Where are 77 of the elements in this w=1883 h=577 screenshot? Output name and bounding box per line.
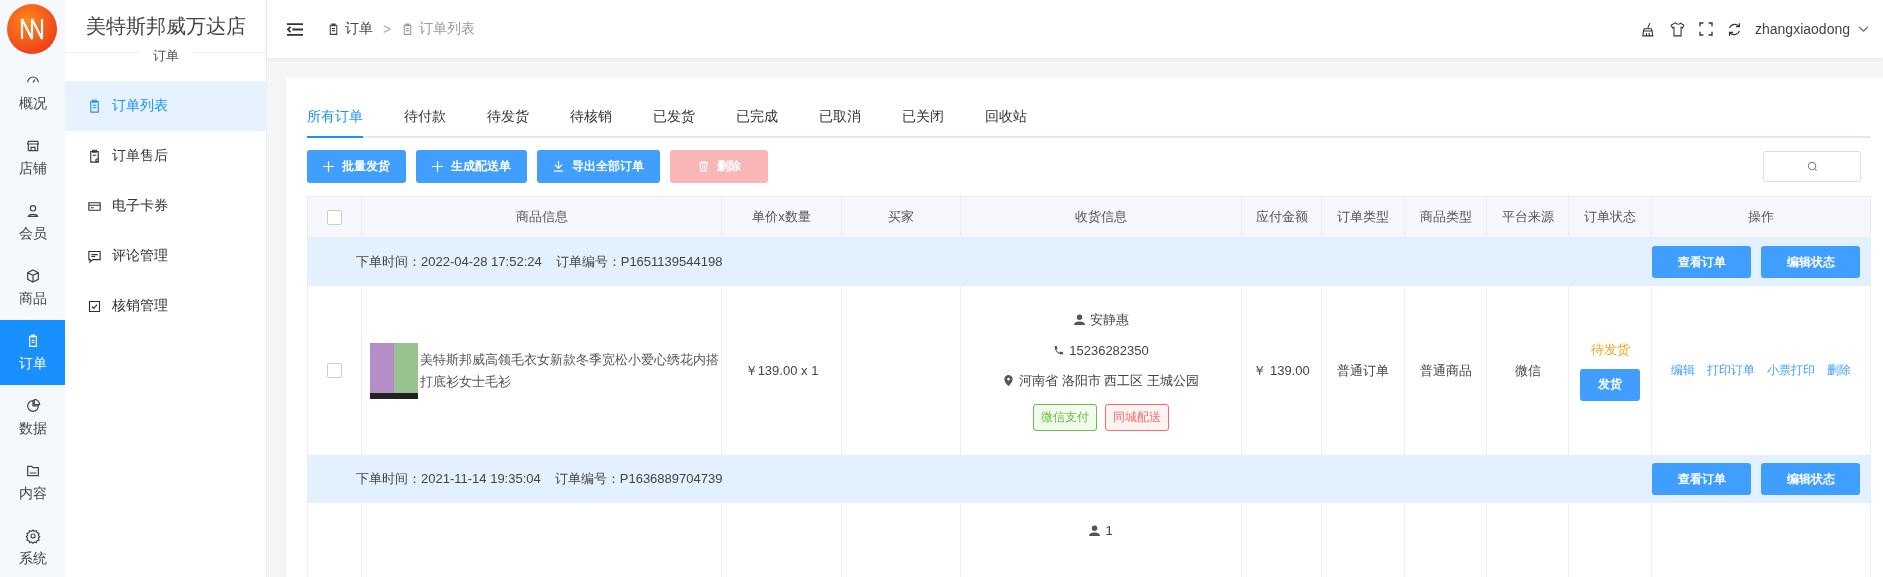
order-time: 下单时间：2021-11-14 19:35:04 xyxy=(356,470,541,488)
fullscreen-icon[interactable] xyxy=(1698,21,1714,37)
shop-name: 美特斯邦威万达店 xyxy=(85,14,246,39)
tab[interactable]: 已关闭 xyxy=(902,108,944,138)
order-number: 订单编号：P1651139544198 xyxy=(555,253,723,271)
trash-icon xyxy=(697,161,709,172)
nav-item[interactable]: 会员 xyxy=(0,190,65,255)
column-header: 商品信息 xyxy=(362,197,722,237)
column-header: 单价x数量 xyxy=(722,197,842,237)
tab[interactable]: 已完成 xyxy=(736,108,778,138)
tag: 同城配送 xyxy=(1105,403,1169,431)
submenu-item[interactable]: 核销管理 xyxy=(65,281,266,331)
receiver-name: 安静惠 xyxy=(1073,310,1129,329)
checkbox[interactable] xyxy=(327,363,342,378)
nav-item[interactable]: 数据 xyxy=(0,385,65,450)
person-icon xyxy=(1073,314,1085,325)
nav-item[interactable]: 概况 xyxy=(0,60,65,125)
submenu-item[interactable]: 评论管理 xyxy=(65,231,266,281)
amount: ￥ 139.00 xyxy=(1253,361,1310,380)
nav-item[interactable]: 商品 xyxy=(0,255,65,320)
pie-chart-icon xyxy=(24,397,41,414)
tab[interactable]: 待发货 xyxy=(487,108,529,138)
download-icon xyxy=(553,161,564,172)
gear-icon xyxy=(24,527,41,544)
column-header: 应付金额 xyxy=(1242,197,1322,237)
shirt-icon[interactable] xyxy=(1669,20,1686,38)
search-field[interactable] xyxy=(1763,151,1861,182)
order-type: 普通订单 xyxy=(1337,361,1389,380)
platform-source: 微信 xyxy=(1514,361,1541,380)
checkbox-icon xyxy=(87,298,102,314)
phone-icon xyxy=(1053,344,1065,356)
order-time: 下单时间：2022-04-28 17:52:24 xyxy=(356,253,542,271)
order-number: 订单编号：P1636889704739 xyxy=(554,470,723,488)
column-header: 买家 xyxy=(842,197,961,237)
tag: 微信支付 xyxy=(1033,403,1097,431)
location-pin-icon xyxy=(1003,375,1015,386)
tab[interactable]: 已发货 xyxy=(653,108,695,138)
checkbox[interactable] xyxy=(327,209,342,225)
column-header: 订单状态 xyxy=(1569,197,1652,237)
column-header: 商品类型 xyxy=(1405,197,1487,237)
comment-icon xyxy=(87,248,102,264)
column-header: 平台来源 xyxy=(1487,197,1569,237)
refresh-icon[interactable] xyxy=(1726,20,1743,38)
goods-type: 普通商品 xyxy=(1419,361,1472,380)
box-icon xyxy=(24,267,41,284)
menu-icon[interactable] xyxy=(287,22,303,36)
receiver-name: 1 xyxy=(1089,523,1113,538)
shop-logo xyxy=(7,4,57,54)
breadcrumb-link[interactable]: 订单 xyxy=(327,20,373,38)
user-menu[interactable]: zhangxiaodong xyxy=(1755,21,1869,37)
person-icon xyxy=(1089,525,1101,536)
order-status: 待发货 xyxy=(1590,340,1630,359)
tab[interactable]: 待核销 xyxy=(570,108,612,138)
clipboard-icon xyxy=(327,22,340,36)
plus-icon xyxy=(323,161,334,172)
receiver-address: 河南省 洛阳市 西工区 王城公园 xyxy=(1003,371,1199,390)
plus-icon xyxy=(432,161,443,172)
unit-price: ￥139.00 x 1 xyxy=(744,361,819,380)
tab[interactable]: 已取消 xyxy=(819,108,861,138)
breadcrumb-separator: > xyxy=(383,21,392,37)
column-header: 订单类型 xyxy=(1322,197,1405,237)
column-header: 操作 xyxy=(1747,208,1775,226)
tab[interactable]: 待付款 xyxy=(404,108,446,138)
nav-item[interactable]: 系统 xyxy=(0,515,65,577)
submenu-item[interactable]: 电子卡券 xyxy=(65,181,266,231)
nav-item[interactable]: 店铺 xyxy=(0,125,65,190)
submenu-item[interactable]: 订单售后 xyxy=(65,131,266,181)
receiver-phone: 15236282350 xyxy=(1053,342,1149,358)
search-icon xyxy=(1806,161,1818,172)
product-name[interactable]: 美特斯邦威高领毛衣女新款冬季宽松小爱心绣花内搭打底衫女士毛衫 xyxy=(420,348,721,393)
photo-placeholder xyxy=(370,342,418,399)
chevron-down-icon xyxy=(1858,25,1869,33)
clipboard-icon xyxy=(87,98,102,114)
nav-item[interactable]: 内容 xyxy=(0,450,65,515)
clipboard-icon xyxy=(87,148,102,164)
tab[interactable]: 回收站 xyxy=(985,108,1027,138)
column-header: 收货信息 xyxy=(961,197,1242,237)
